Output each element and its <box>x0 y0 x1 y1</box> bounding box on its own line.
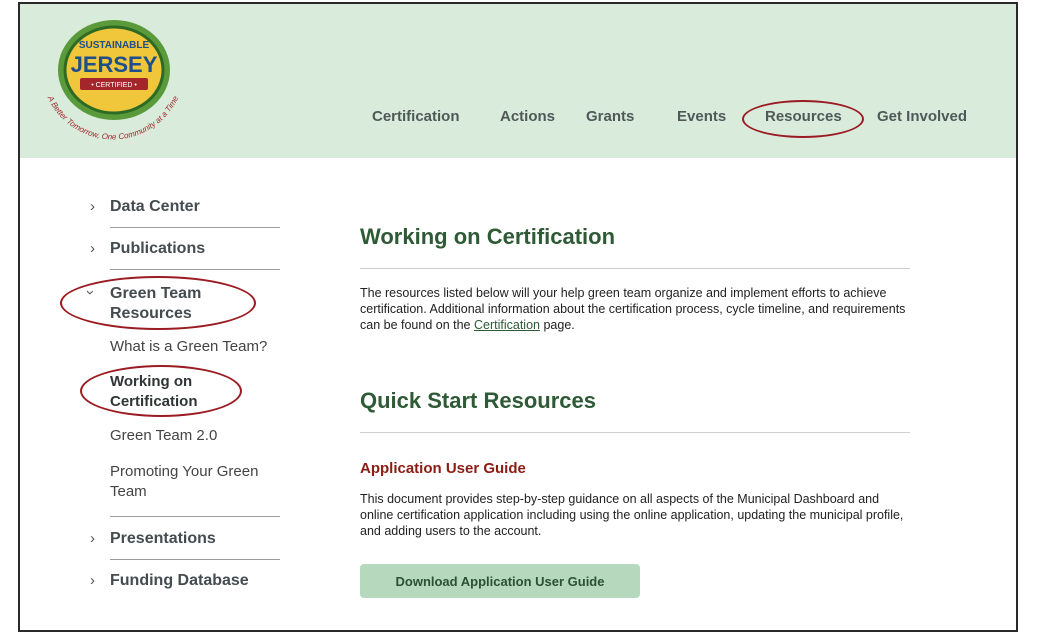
quick-start-heading: Quick Start Resources <box>360 388 596 413</box>
svg-text:SUSTAINABLE: SUSTAINABLE <box>79 40 150 51</box>
nav-grants[interactable]: Grants <box>586 108 634 125</box>
certification-link[interactable]: Certification <box>474 318 540 332</box>
guide-description: This document provides step-by-step guid… <box>360 492 904 538</box>
sustainable-jersey-logo[interactable]: SUSTAINABLE JERSEY • CERTIFIED • A Bette… <box>34 6 194 156</box>
download-guide-button[interactable]: Download Application User Guide <box>360 564 640 598</box>
nav-resources[interactable]: Resources <box>765 108 842 125</box>
svg-text:JERSEY: JERSEY <box>71 52 158 77</box>
sidebar-item-publications[interactable]: Publications <box>110 240 205 258</box>
sidebar-subitem-green-team-2[interactable]: Green Team 2.0 <box>110 426 217 446</box>
svg-text:• CERTIFIED •: • CERTIFIED • <box>91 82 137 89</box>
chevron-down-icon: › <box>82 290 99 295</box>
intro-paragraph: The resources listed below will your hel… <box>360 286 906 332</box>
sidebar-divider <box>110 516 280 517</box>
sidebar-item-green-team-resources[interactable]: Green Team Resources <box>110 284 230 324</box>
nav-events[interactable]: Events <box>677 108 726 125</box>
quick-start-divider <box>360 432 910 433</box>
sidebar-item-funding-database[interactable]: Funding Database <box>110 572 249 590</box>
sidebar-divider <box>110 227 280 228</box>
title-divider <box>360 268 910 269</box>
chevron-right-icon: › <box>90 240 95 257</box>
chevron-right-icon: › <box>90 530 95 547</box>
sidebar-item-presentations[interactable]: Presentations <box>110 530 216 548</box>
sidebar-subitem-what-is-green-team[interactable]: What is a Green Team? <box>110 337 267 357</box>
sidebar-subitem-promoting-green-team[interactable]: Promoting Your Green Team <box>110 462 285 502</box>
site-header: SUSTAINABLE JERSEY • CERTIFIED • A Bette… <box>20 4 1016 158</box>
chevron-right-icon: › <box>90 572 95 589</box>
sidebar-item-data-center[interactable]: Data Center <box>110 198 200 216</box>
guide-heading: Application User Guide <box>360 460 526 477</box>
sidebar-subitem-working-on-certification[interactable]: Working on Certification <box>110 372 230 412</box>
chevron-right-icon: › <box>90 198 95 215</box>
sidebar-divider <box>110 559 280 560</box>
nav-get-involved[interactable]: Get Involved <box>877 108 967 125</box>
nav-actions[interactable]: Actions <box>500 108 555 125</box>
nav-certification[interactable]: Certification <box>372 108 460 125</box>
browser-frame: SUSTAINABLE JERSEY • CERTIFIED • A Bette… <box>18 2 1018 632</box>
sidebar-divider <box>110 269 280 270</box>
page-title: Working on Certification <box>360 224 616 249</box>
